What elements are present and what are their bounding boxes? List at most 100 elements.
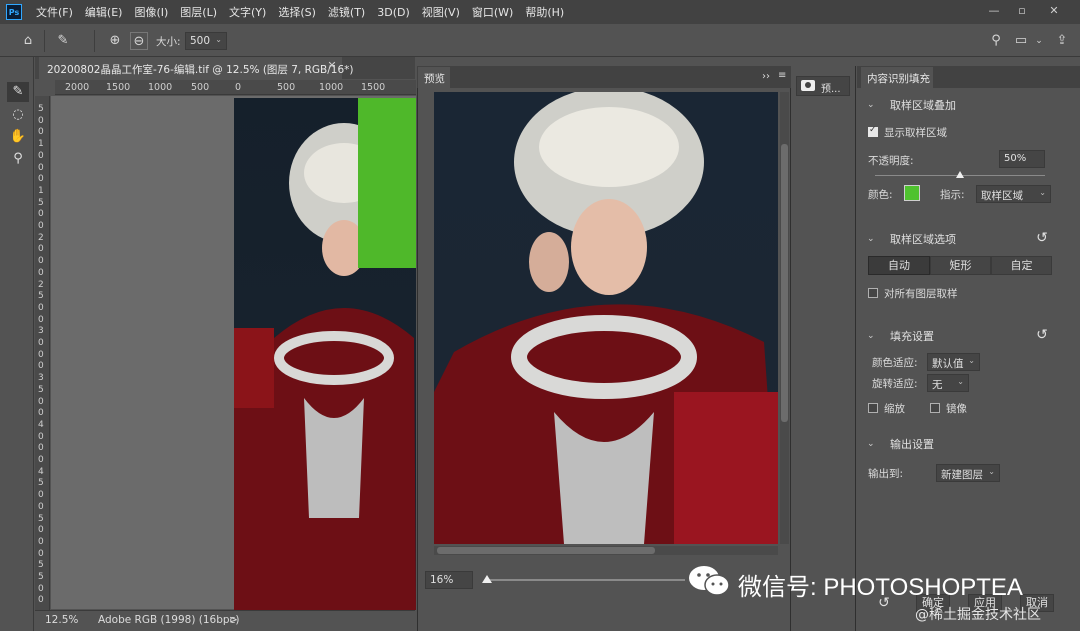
sampling-custom-button[interactable]: 自定	[991, 256, 1052, 275]
indicate-select[interactable]: 取样区域 ⌄	[976, 185, 1051, 203]
close-tab-icon[interactable]: ✕	[325, 59, 339, 75]
zoom-tool-icon[interactable]: ⚲	[7, 149, 29, 169]
sample-all-layers-checkbox[interactable]	[868, 288, 878, 298]
ruler-tick: 0	[38, 490, 44, 501]
ruler-tick: 0	[38, 162, 44, 173]
workspace-icon[interactable]: ▭	[1012, 32, 1030, 50]
chevron-down-icon[interactable]: ⌄	[867, 331, 875, 341]
rotate-adapt-select[interactable]: 无 ⌄	[927, 374, 969, 392]
search-icon[interactable]: ⚲	[987, 32, 1005, 50]
hand-tool-icon[interactable]: ✋	[7, 127, 29, 147]
content-aware-fill-panel	[857, 66, 1080, 631]
divider	[44, 30, 45, 52]
menu-view[interactable]: 视图(V)	[416, 4, 466, 20]
menu-select[interactable]: 选择(S)	[272, 4, 322, 20]
sampling-auto-button[interactable]: 自动	[868, 256, 930, 275]
menu-3d[interactable]: 3D(D)	[371, 6, 416, 19]
minimize-icon[interactable]: —	[985, 3, 1003, 19]
output-to-select[interactable]: 新建图层 ⌄	[936, 464, 1000, 482]
panel-menu-icon[interactable]: ≡	[778, 70, 786, 81]
chevron-down-icon[interactable]: ⌄	[1030, 32, 1048, 50]
chevron-down-icon[interactable]: ⌄	[867, 234, 875, 244]
section-fill-title[interactable]: 填充设置	[890, 328, 934, 344]
horizontal-ruler: 2000 1500 1000 500 0 500 1000 1500	[55, 80, 416, 95]
ruler-tick: 2000	[65, 82, 90, 93]
mirror-checkbox[interactable]	[930, 403, 940, 413]
ruler-tick: 0	[38, 349, 44, 360]
menu-layer[interactable]: 图层(L)	[174, 4, 223, 20]
content-aware-fill-tab[interactable]: 内容识别填充	[861, 67, 933, 88]
status-bar: 12.5% Adobe RGB (1998) (16bpc) >	[35, 610, 415, 631]
status-zoom[interactable]: 12.5%	[45, 614, 78, 626]
home-icon[interactable]: ⌂	[19, 32, 37, 50]
size-label: 大小:	[156, 36, 181, 48]
ruler-tick: 0	[38, 244, 44, 255]
color-swatch[interactable]	[904, 185, 920, 201]
chevron-down-icon: ⌄	[968, 356, 975, 365]
ruler-tick: 0	[38, 338, 44, 348]
vertical-scroll-thumb[interactable]	[781, 144, 788, 422]
menu-filter[interactable]: 滤镜(T)	[322, 4, 371, 20]
status-arrow[interactable]: >	[229, 614, 238, 626]
brush-tool-icon[interactable]: ✎	[7, 82, 29, 102]
ruler-tick: 5	[38, 560, 44, 571]
chevron-down-icon[interactable]: ⌄	[867, 100, 875, 110]
ruler-tick: 0	[38, 314, 44, 325]
watermark-text: 微信号: PHOTOSHOPTEA	[738, 574, 1023, 601]
color-adapt-select[interactable]: 默认值 ⌄	[927, 353, 980, 371]
show-sampling-checkbox[interactable]	[868, 125, 878, 137]
opacity-slider-thumb[interactable]	[956, 171, 964, 178]
preview-zoom-field[interactable]: 16%	[425, 571, 473, 589]
add-to-selection-icon[interactable]: ⊕	[106, 32, 124, 50]
menu-window[interactable]: 窗口(W)	[466, 4, 519, 20]
subtract-from-selection-icon[interactable]: ⊖	[130, 32, 148, 50]
menu-type[interactable]: 文字(Y)	[223, 4, 272, 20]
preview-panel-icon	[801, 80, 815, 91]
menu-file[interactable]: 文件(F)	[30, 4, 79, 20]
section-overlay-title[interactable]: 取样区域叠加	[890, 97, 956, 113]
menu-edit[interactable]: 编辑(E)	[79, 4, 129, 20]
section-output-title[interactable]: 输出设置	[890, 436, 934, 452]
chevron-down-icon[interactable]: ⌄	[867, 439, 875, 449]
ruler-tick: 0	[38, 583, 44, 594]
sampling-rectangle-button[interactable]: 矩形	[930, 256, 991, 275]
opacity-field[interactable]: 50%	[999, 150, 1045, 168]
ruler-tick: 0	[38, 174, 44, 185]
size-value: 500	[190, 35, 211, 47]
section-sampling-title[interactable]: 取样区域选项	[890, 231, 956, 247]
opacity-label: 不透明度:	[868, 155, 914, 167]
close-window-icon[interactable]: ✕	[1045, 3, 1063, 19]
chevron-down-icon: ⌄	[215, 35, 222, 44]
divider	[94, 30, 95, 52]
collapse-icon[interactable]: ››	[762, 71, 770, 82]
ruler-tick: 500	[191, 82, 210, 93]
reset-icon[interactable]: ↺	[1034, 327, 1050, 343]
wechat-icon	[689, 566, 730, 596]
menu-image[interactable]: 图像(I)	[128, 4, 174, 20]
preview-zoom-slider[interactable]	[485, 579, 685, 581]
size-field[interactable]: 500 ⌄	[185, 32, 227, 50]
watermark-secondary: @稀土掘金技术社区	[915, 607, 1041, 623]
scale-checkbox[interactable]	[868, 403, 878, 413]
scale-label: 缩放	[884, 403, 905, 415]
ruler-tick: 3	[38, 326, 44, 337]
horizontal-scroll-thumb[interactable]	[437, 547, 655, 554]
chevron-down-icon: ⌄	[988, 467, 995, 476]
portrait-preview-illustration	[434, 92, 778, 544]
ruler-tick: 2	[38, 232, 44, 243]
reset-icon[interactable]: ↺	[1034, 230, 1050, 246]
ruler-tick: 500	[277, 82, 296, 93]
share-icon[interactable]: ⇪	[1053, 32, 1071, 50]
preview-zoom-slider-thumb[interactable]	[482, 575, 492, 583]
document-tab[interactable]: 20200802晶晶工作室-76-编辑.tif @ 12.5% (图层 7, R…	[39, 57, 354, 79]
lasso-brush-icon[interactable]: ✎	[54, 32, 72, 50]
indicate-label: 指示:	[940, 189, 965, 201]
lasso-tool-icon[interactable]: ◌	[7, 105, 29, 125]
ruler-tick: 5	[38, 384, 44, 395]
preview-tab[interactable]: 预览	[418, 67, 450, 88]
ruler-tick: 0	[38, 525, 44, 536]
preview-image[interactable]	[434, 92, 778, 544]
menu-help[interactable]: 帮助(H)	[519, 4, 570, 20]
ruler-tick: 0	[38, 595, 44, 606]
maximize-icon[interactable]: ▫	[1013, 3, 1031, 19]
